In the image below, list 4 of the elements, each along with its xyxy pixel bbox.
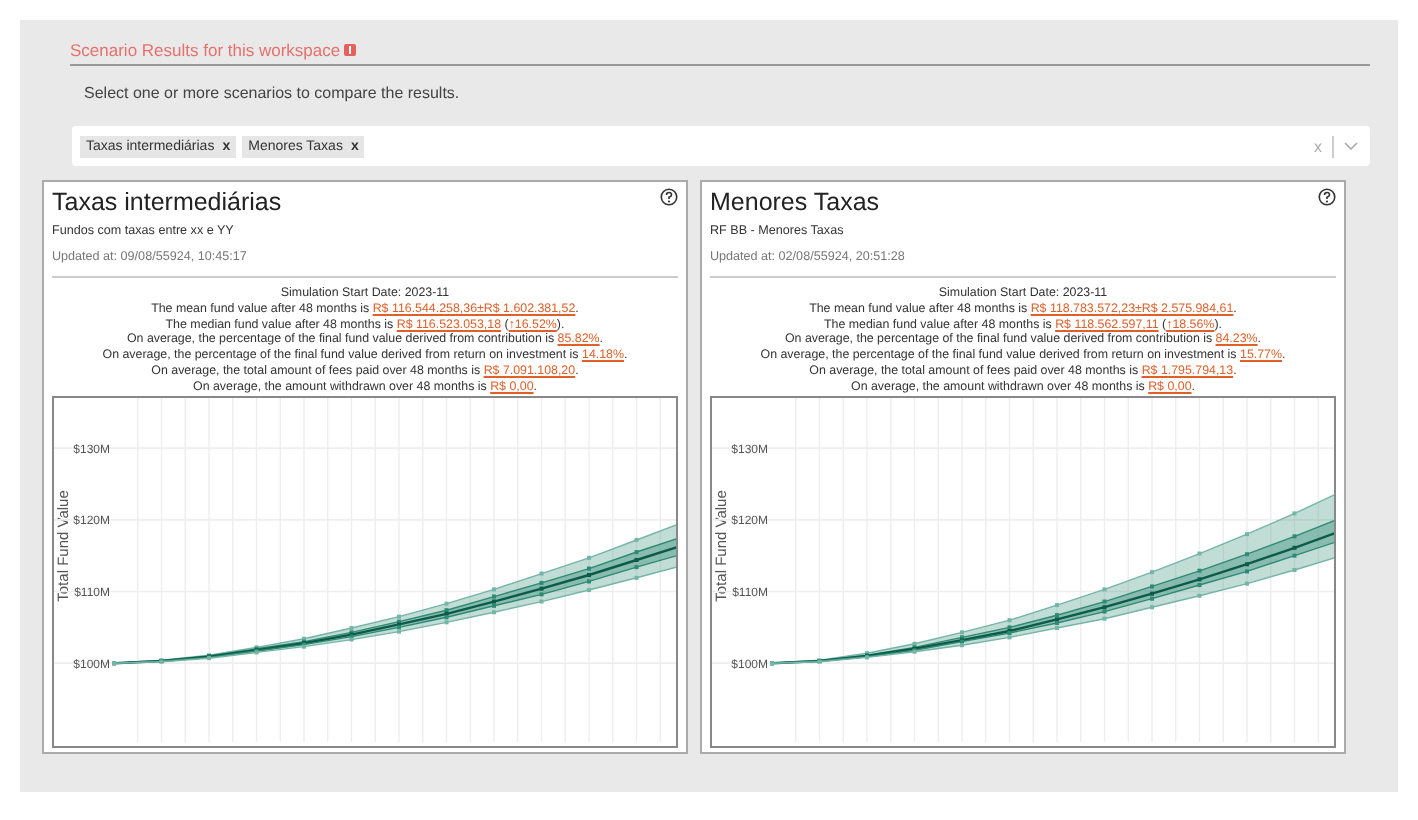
scenario-title: Taxas intermediárias [52,188,282,216]
scenario-title: Menores Taxas [710,188,880,216]
instructions-text: Select one or more scenarios to compare the results. [82,82,462,106]
section-title: Scenario Results for this workspace [70,40,341,60]
